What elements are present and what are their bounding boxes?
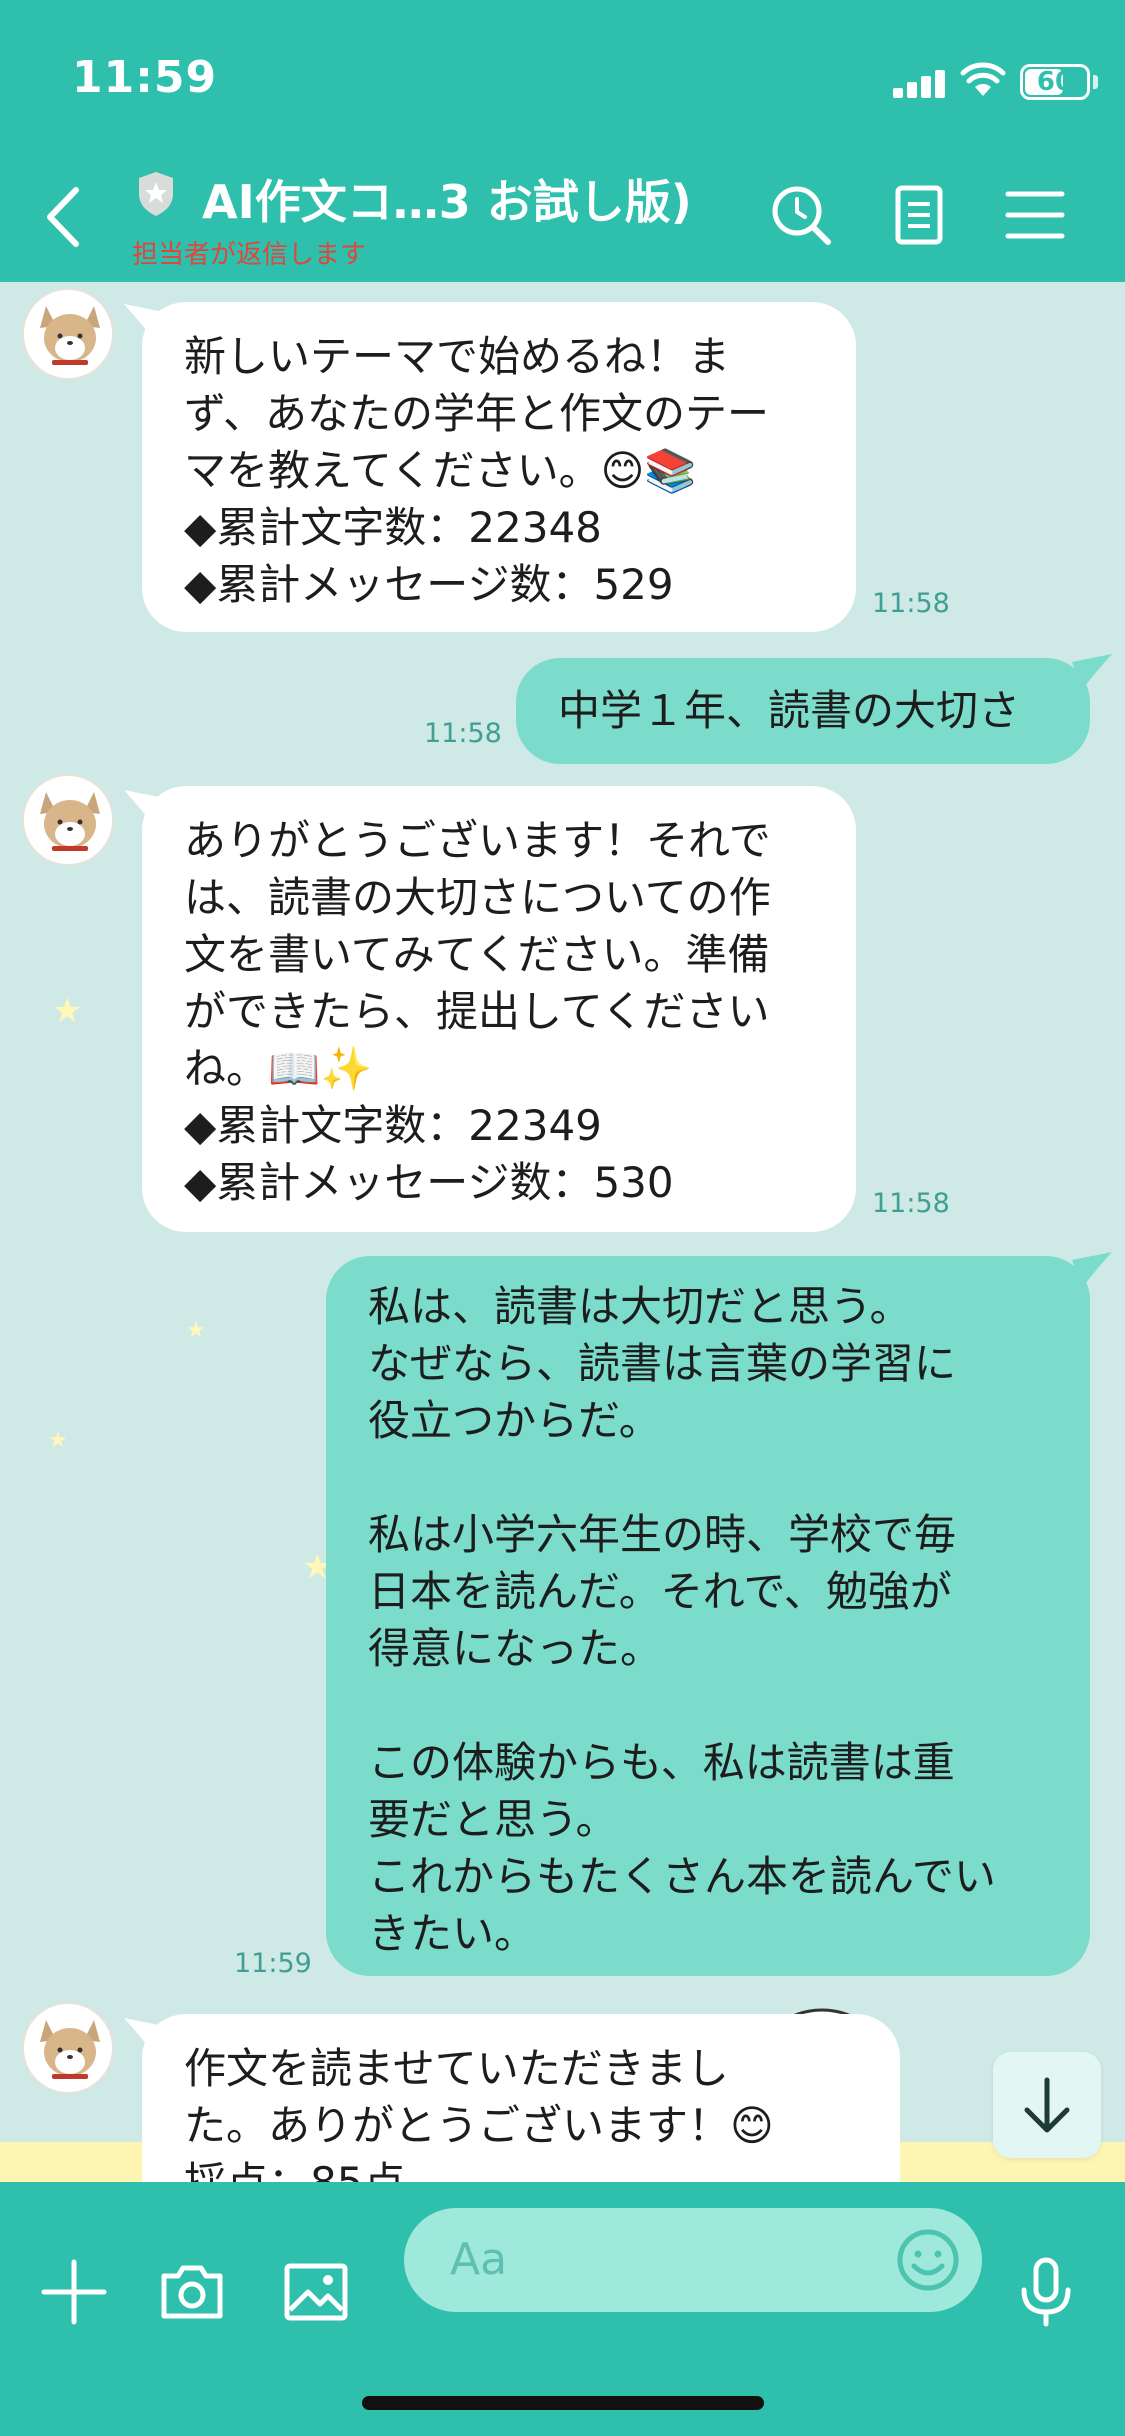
signal-icon bbox=[893, 68, 947, 98]
dog-avatar-icon bbox=[24, 2004, 112, 2092]
mic-icon[interactable] bbox=[1010, 2256, 1082, 2328]
chat-screen: 11:59 60 AI作文コ…3 お試し版) 担当者が返信します ★ ★ ★ ★… bbox=[0, 0, 1125, 2436]
message-time: 11:58 bbox=[424, 718, 502, 749]
shield-icon bbox=[139, 172, 173, 216]
home-indicator[interactable] bbox=[362, 2396, 764, 2410]
message-time: 11:59 bbox=[234, 1948, 312, 1979]
emoji-icon[interactable] bbox=[896, 2228, 960, 2292]
wifi-icon bbox=[960, 62, 1006, 96]
message-time: 11:58 bbox=[872, 1188, 950, 1219]
camera-icon[interactable] bbox=[156, 2256, 228, 2328]
image-icon[interactable] bbox=[280, 2256, 352, 2328]
star-decoration: ★ bbox=[48, 1428, 68, 1453]
message-bubble[interactable]: 作文を読ませていただきまし た。ありがとうございます！😊 採点：85点 bbox=[142, 2014, 900, 2182]
back-icon[interactable] bbox=[40, 182, 90, 252]
message-bubble[interactable]: 新しいテーマで始めるね！ま ず、あなたの学年と作文のテー マを教えてください。😊… bbox=[142, 302, 856, 632]
message-input-placeholder: Aa bbox=[450, 2234, 508, 2285]
bubble-tail bbox=[1072, 1252, 1112, 1288]
plus-icon[interactable] bbox=[38, 2256, 110, 2328]
chat-title[interactable]: AI作文コ…3 お試し版) bbox=[202, 166, 692, 232]
search-icon[interactable] bbox=[766, 180, 836, 250]
scroll-to-bottom-button[interactable] bbox=[993, 2052, 1101, 2158]
message-bubble[interactable]: 私は、読書は大切だと思う。 なぜなら、読書は言葉の学習に 役立つからだ。 私は小… bbox=[326, 1256, 1090, 1976]
message-time: 11:58 bbox=[872, 588, 950, 619]
dog-avatar-icon bbox=[24, 776, 112, 864]
avatar[interactable] bbox=[22, 2002, 114, 2094]
avatar[interactable] bbox=[22, 288, 114, 380]
star-decoration: ★ bbox=[186, 1318, 206, 1343]
bubble-tail bbox=[1072, 654, 1112, 690]
message-bubble[interactable]: 中学１年、読書の大切さ bbox=[516, 658, 1090, 764]
message-list[interactable]: ★ ★ ★ ★ 新しいテーマで始めるね！ま ず、あなたの学年と作文のテー マを教… bbox=[0, 282, 1125, 2182]
battery-level: 60 bbox=[1036, 67, 1074, 97]
battery-tip bbox=[1093, 75, 1098, 89]
notes-icon[interactable] bbox=[884, 180, 954, 250]
avatar[interactable] bbox=[22, 774, 114, 866]
arrow-down-icon bbox=[1024, 2077, 1070, 2133]
header: 11:59 60 AI作文コ…3 お試し版) 担当者が返信します bbox=[0, 0, 1125, 282]
dog-avatar-icon bbox=[24, 290, 112, 378]
star-decoration: ★ bbox=[52, 991, 83, 1031]
message-bubble[interactable]: ありがとうございます！それで は、読書の大切さについての作 文を書いてみてくださ… bbox=[142, 786, 856, 1232]
status-time: 11:59 bbox=[72, 52, 218, 103]
chat-subtitle: 担当者が返信します bbox=[132, 240, 367, 270]
battery-indicator: 60 bbox=[1020, 64, 1090, 100]
menu-icon[interactable] bbox=[1000, 180, 1070, 250]
